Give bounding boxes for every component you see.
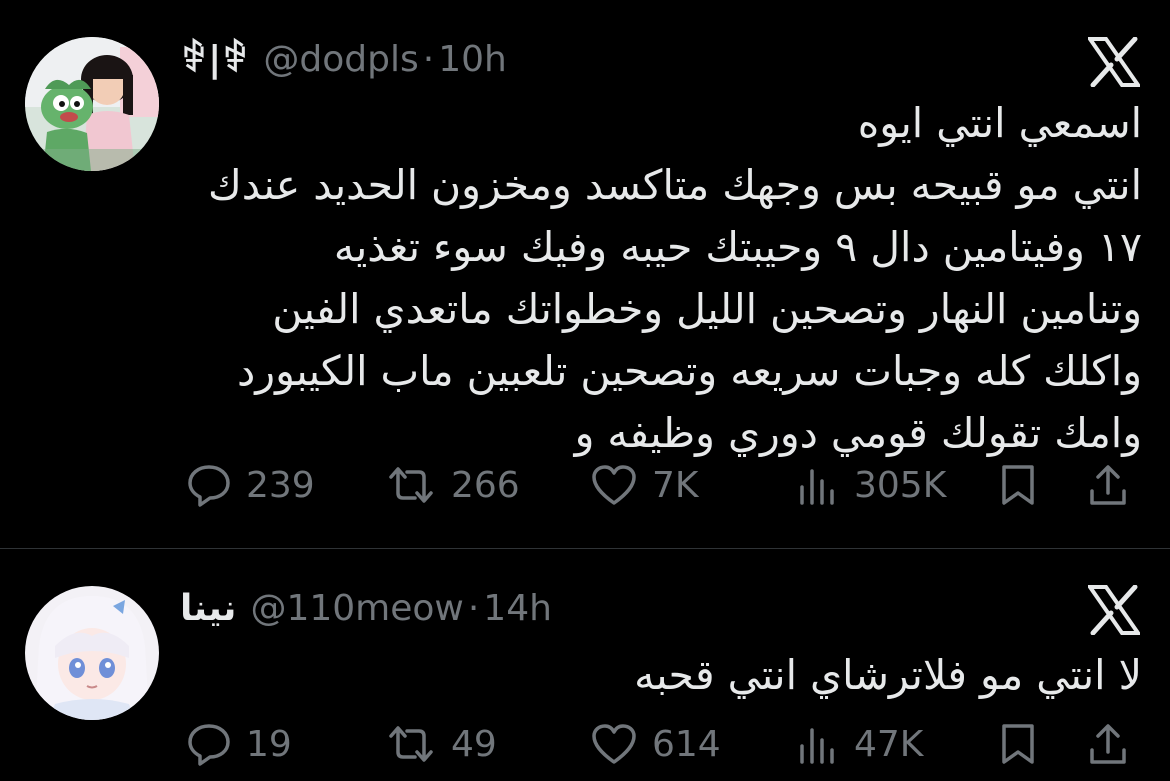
tweet-meta: @110meow · 14h: [250, 587, 551, 631]
timestamp[interactable]: 14h: [483, 588, 552, 629]
handle[interactable]: @110meow: [250, 588, 463, 629]
meta-separator: ·: [422, 39, 435, 80]
reply-button[interactable]: 19: [186, 719, 292, 769]
retweet-count: 266: [451, 464, 520, 506]
tweet-header: نينا @110meow · 14h: [180, 587, 1030, 631]
x-logo-icon: [1088, 585, 1140, 635]
views-button[interactable]: 305K: [796, 460, 946, 510]
tweet-text: اسمعي انتي ايوه انتي مو قبيحه بس وجهك مت…: [180, 92, 1142, 464]
heart-icon: [592, 465, 636, 505]
reply-count: 239: [246, 464, 315, 506]
views-count: 47K: [854, 723, 924, 765]
tweet[interactable]: نينا @110meow · 14h لا انتي مو فلاترشاي ان…: [0, 549, 1170, 781]
bookmark-icon: [1002, 724, 1034, 764]
action-bar: 19 49 614 47K: [0, 719, 1170, 769]
like-count: 7K: [652, 464, 699, 506]
share-icon: [1090, 465, 1126, 505]
x-logo-icon: [1088, 37, 1140, 87]
display-name[interactable]: ꒆ|ꒆ: [180, 38, 249, 82]
tweet-text-line: وامك تقولك قومي دوري وظيفه و: [574, 409, 1142, 457]
retweet-count: 49: [451, 723, 497, 765]
bookmark-button[interactable]: [998, 460, 1038, 510]
like-button[interactable]: 7K: [590, 460, 699, 510]
tweet-text-line: ١٧ وفيتامين دال ٩ وحيبتك حيبه وفيك سوء ت…: [333, 223, 1142, 271]
tweet-text-line: لا انتي مو فلاترشاي انتي قحبه: [634, 651, 1142, 699]
views-button[interactable]: 47K: [796, 719, 923, 769]
timestamp[interactable]: 10h: [438, 39, 507, 80]
share-icon: [1090, 724, 1126, 764]
action-bar: 239 266 7K 305K: [0, 460, 1170, 510]
meta-separator: ·: [467, 588, 480, 629]
tweet[interactable]: ꒆ|ꒆ @dodpls · 10h اسمعي انتي ايوه انتي مو …: [0, 0, 1170, 548]
retweet-button[interactable]: 49: [385, 719, 497, 769]
share-button[interactable]: [1088, 460, 1128, 510]
bookmark-button[interactable]: [998, 719, 1038, 769]
retweet-icon: [389, 726, 433, 762]
views-count: 305K: [854, 464, 947, 506]
tweet-text: لا انتي مو فلاترشاي انتي قحبه: [180, 644, 1142, 706]
reply-icon: [188, 465, 230, 507]
display-name[interactable]: نينا: [180, 587, 236, 631]
retweet-button[interactable]: 266: [385, 460, 520, 510]
share-button[interactable]: [1088, 719, 1128, 769]
avatar[interactable]: [25, 37, 159, 171]
tweet-meta: @dodpls · 10h: [263, 38, 506, 82]
like-button[interactable]: 614: [590, 719, 721, 769]
reply-icon: [188, 724, 230, 766]
views-icon: [800, 728, 834, 764]
reply-count: 19: [246, 723, 292, 765]
tweet-text-line: واكلك كله وجبات سريعه وتصحين تلعبين ماب …: [237, 347, 1142, 395]
tweet-text-line: وتنامين النهار وتصحين الليل وخطواتك ماتع…: [272, 285, 1142, 333]
tweet-text-line: اسمعي انتي ايوه: [857, 99, 1142, 147]
handle[interactable]: @dodpls: [263, 39, 418, 80]
tweet-text-line: انتي مو قبيحه بس وجهك متاكسد ومخزون الحد…: [208, 161, 1142, 209]
tweet-feed: ꒆ|ꒆ @dodpls · 10h اسمعي انتي ايوه انتي مو …: [0, 0, 1170, 781]
tweet-header: ꒆ|ꒆ @dodpls · 10h: [180, 38, 1030, 82]
views-icon: [800, 469, 834, 505]
avatar[interactable]: [25, 586, 159, 720]
heart-icon: [592, 724, 636, 764]
retweet-icon: [389, 467, 433, 503]
bookmark-icon: [1002, 465, 1034, 505]
reply-button[interactable]: 239: [186, 460, 315, 510]
like-count: 614: [652, 723, 721, 765]
